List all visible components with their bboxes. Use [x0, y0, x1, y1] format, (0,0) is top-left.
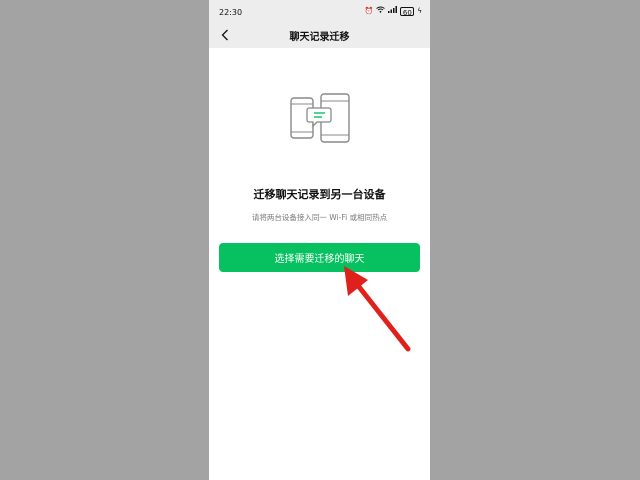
- subtitle: 请将两台设备接入同一 Wi-Fi 或相同热点: [251, 213, 388, 222]
- status-bar: 22:30 ⏰ 60 ϟ: [209, 0, 430, 22]
- phone-transfer-icon: [289, 90, 353, 146]
- page-title: 聊天记录迁移: [289, 32, 350, 43]
- charging-icon: ϟ: [417, 7, 422, 15]
- navigation-bar: 聊天记录迁移: [209, 22, 430, 48]
- battery-icon: 60: [400, 6, 415, 17]
- status-time: 22:30: [219, 8, 243, 17]
- status-icons: ⏰ 60 ϟ: [364, 6, 422, 17]
- alarm-icon: ⏰: [364, 7, 374, 15]
- select-chats-button[interactable]: 选择需要迁移的聊天: [219, 243, 420, 272]
- signal-icon: [388, 6, 398, 16]
- wifi-icon: [376, 6, 386, 16]
- phone-screen: 22:30 ⏰ 60 ϟ 聊天记录迁移 迁移聊天记录到另一台设备 请将两台设备接…: [209, 0, 430, 480]
- main-title: 迁移聊天记录到另一台设备: [253, 188, 386, 201]
